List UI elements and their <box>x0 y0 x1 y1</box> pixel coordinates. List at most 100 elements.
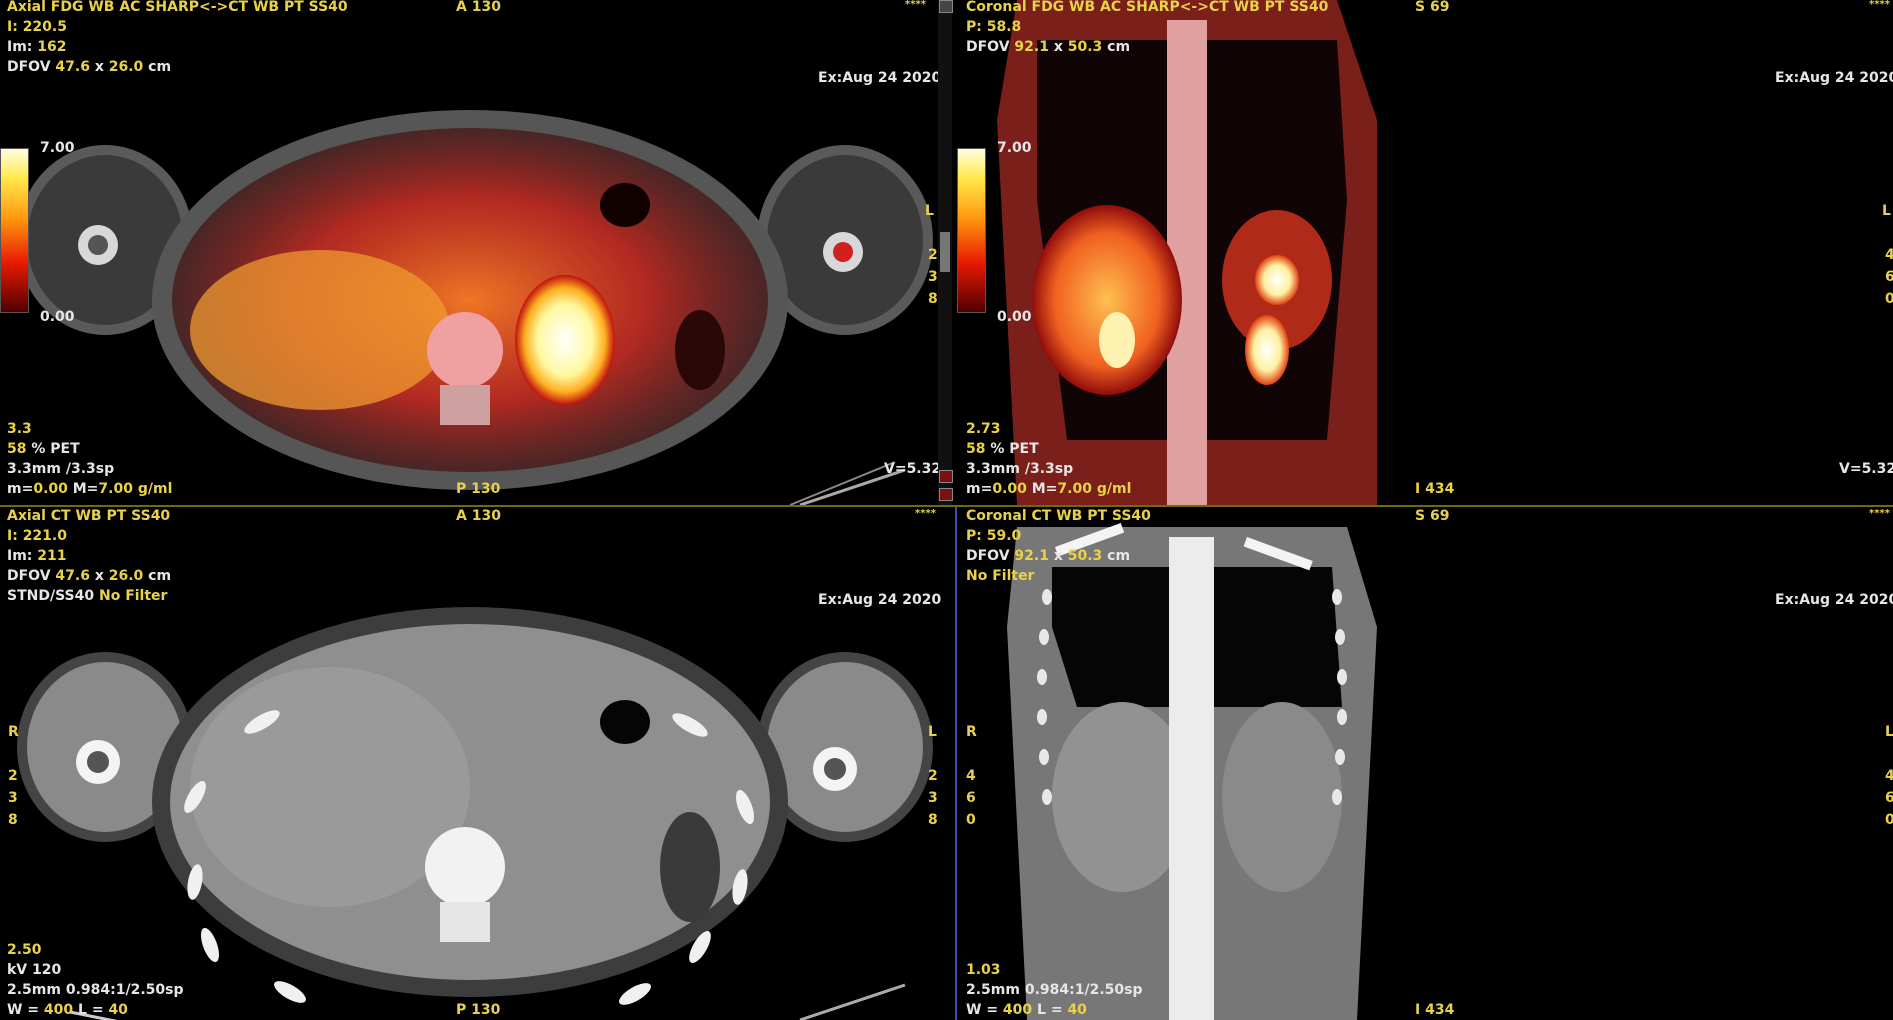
scroll-marker-1[interactable] <box>939 470 953 483</box>
level-value: 40 <box>108 1002 128 1018</box>
dfov-width: 47.6 <box>55 568 90 584</box>
viewport-axial-ct[interactable]: Axial CT WB PT SS40 I: 221.0 Im: 211 DFO… <box>0 507 955 1020</box>
stars-marker: **** <box>1869 508 1890 519</box>
pet-blend-label: % PET <box>990 441 1039 457</box>
side-left-digit-1: 4 <box>966 768 976 784</box>
window-value: 400 <box>1002 1002 1033 1018</box>
dfov-x: x <box>89 59 109 75</box>
spacing-readout: 2.5mm 0.984:1/2.50sp <box>7 982 184 998</box>
dfov-x: x <box>1048 39 1068 55</box>
dfov-width: 92.1 <box>1014 548 1049 564</box>
dfov-unit: cm <box>143 59 172 75</box>
min-max-readout: m=0.00 M=7.00 g/ml <box>966 479 1131 499</box>
dfov-label: DFOV <box>7 59 56 75</box>
viewport-coronal-fusion[interactable]: 7.00 0.00 Coronal FDG WB AC SHARP<->CT W… <box>957 0 1893 505</box>
dfov-unit: cm <box>143 568 172 584</box>
pet-blend-value: 58 <box>7 441 27 457</box>
viewport-axial-fusion[interactable]: 7.00 0.00 Axial FDG WB AC SHARP<->CT WB … <box>0 0 955 505</box>
side-label-right: L <box>1885 724 1893 740</box>
dfov-width: 47.6 <box>55 59 90 75</box>
max-value: 7.00 <box>98 481 133 497</box>
slice-thickness: 1.03 <box>966 962 1001 978</box>
orientation-bottom: I 434 <box>1415 1002 1455 1018</box>
max-value: 7.00 <box>1057 481 1092 497</box>
exam-date: Ex:Aug 24 2020 <box>818 70 942 86</box>
side-left-digit-3: 0 <box>966 812 976 828</box>
window-level-readout: W = 400 L = 40 <box>966 1000 1087 1020</box>
series-title: Axial FDG WB AC SHARP<->CT WB PT SS40 <box>7 0 348 15</box>
dfov-readout: DFOV 92.1 x 50.3 cm <box>966 37 1130 57</box>
side-digit-3: 0 <box>1885 291 1893 307</box>
stars-marker: **** <box>1869 0 1890 10</box>
side-digit-1: 2 <box>928 247 938 263</box>
dfov-unit: cm <box>1102 548 1131 564</box>
pet-colorbar <box>957 148 986 313</box>
image-number-label: Im: <box>7 39 38 55</box>
min-value: 0.00 <box>33 481 68 497</box>
dfov-readout: DFOV 47.6 x 26.0 cm <box>7 566 171 586</box>
coronal-pet-ct-image[interactable] <box>957 0 1893 505</box>
vertical-divider[interactable] <box>955 507 957 1020</box>
min-label: m= <box>7 481 34 497</box>
location-value: 220.5 <box>22 19 67 35</box>
dfov-readout: DFOV 47.6 x 26.0 cm <box>7 57 171 77</box>
side-label-right: L <box>925 203 934 219</box>
colorbar-min-label: 0.00 <box>40 309 75 325</box>
side-label-left: R <box>966 724 977 740</box>
side-left-digit-2: 6 <box>966 790 976 806</box>
image-number: Im: 162 <box>7 37 67 57</box>
orientation-top: A 130 <box>456 0 501 15</box>
side-digit-1: 4 <box>1885 247 1893 263</box>
scroll-marker-2[interactable] <box>939 488 953 501</box>
slice-thickness: 2.73 <box>966 421 1001 437</box>
horizontal-divider[interactable] <box>0 505 1893 507</box>
location-label: P: <box>966 528 987 544</box>
side-left-digit-2: 3 <box>8 790 18 806</box>
side-right-digit-2: 6 <box>1885 790 1893 806</box>
max-label: M= <box>67 481 99 497</box>
scroll-thumb[interactable] <box>940 232 950 272</box>
exam-date: Ex:Aug 24 2020 <box>1775 592 1893 608</box>
side-right-digit-3: 8 <box>928 812 938 828</box>
orientation-top: A 130 <box>456 508 501 524</box>
window-label: W = <box>966 1002 1003 1018</box>
orientation-top: S 69 <box>1415 0 1450 15</box>
dfov-height: 26.0 <box>108 59 144 75</box>
image-number-value: 162 <box>37 39 67 55</box>
filter-value: No Filter <box>966 568 1035 584</box>
colorbar-min-label: 0.00 <box>997 309 1032 325</box>
volume-value: V=5.32 <box>884 461 942 477</box>
dfov-label: DFOV <box>966 39 1015 55</box>
dfov-width: 92.1 <box>1014 39 1049 55</box>
min-max-readout: m=0.00 M=7.00 g/ml <box>7 479 172 499</box>
side-right-digit-1: 2 <box>928 768 938 784</box>
dfov-height: 50.3 <box>1067 548 1103 564</box>
image-location: I: 220.5 <box>7 17 67 37</box>
side-left-digit-3: 8 <box>8 812 18 828</box>
series-scrollbar[interactable] <box>938 0 953 505</box>
location-label: I: <box>7 19 23 35</box>
exam-date: Ex:Aug 24 2020 <box>818 592 942 608</box>
spacing-readout: 3.3mm /3.3sp <box>966 461 1074 477</box>
side-digit-2: 3 <box>928 269 938 285</box>
side-right-digit-1: 4 <box>1885 768 1893 784</box>
viewport-coronal-ct[interactable]: Coronal CT WB PT SS40 P: 59.0 DFOV 92.1 … <box>957 507 1893 1020</box>
side-right-digit-3: 0 <box>1885 812 1893 828</box>
side-label-left: R <box>8 724 19 740</box>
side-label-right: L <box>1882 203 1891 219</box>
filter-value: No Filter <box>98 588 168 604</box>
pet-blend-value: 58 <box>966 441 986 457</box>
max-label: M= <box>1026 481 1058 497</box>
colorbar-max-label: 7.00 <box>40 140 75 156</box>
image-location: P: 59.0 <box>966 526 1021 546</box>
spacing-readout: 2.5mm 0.984:1/2.50sp <box>966 982 1143 998</box>
pet-blend: 58 % PET <box>7 439 80 459</box>
scroll-up-button[interactable] <box>939 0 953 13</box>
exam-date: Ex:Aug 24 2020 <box>1775 70 1893 86</box>
coronal-ct-image[interactable] <box>957 507 1893 1020</box>
dfov-height: 50.3 <box>1067 39 1103 55</box>
unit: g/ml <box>132 481 173 497</box>
side-digit-2: 6 <box>1885 269 1893 285</box>
image-location: I: 221.0 <box>7 526 67 546</box>
window-level-readout: W = 400 L = 40 <box>7 1000 128 1020</box>
